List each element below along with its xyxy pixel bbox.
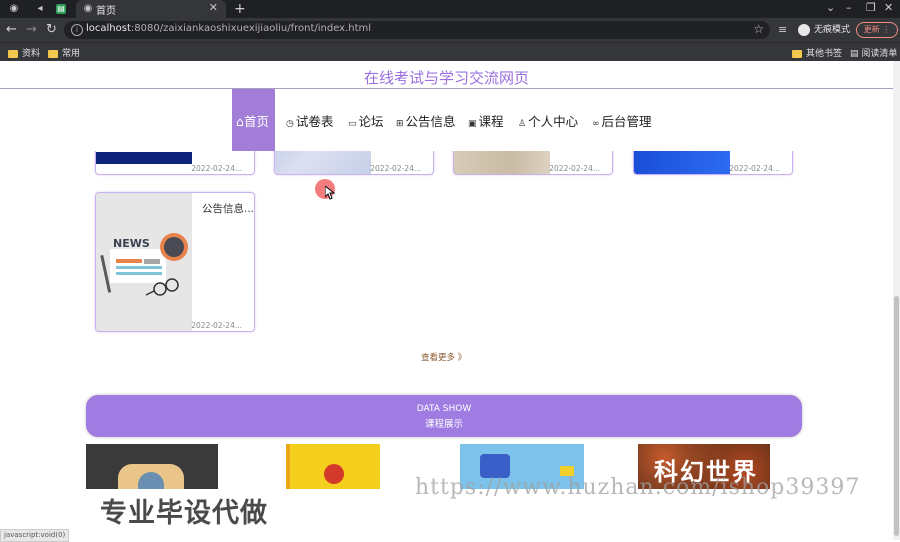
- folder-icon: [48, 49, 58, 58]
- grid-icon: ⊞: [396, 119, 404, 129]
- nav-item-label: 论坛: [358, 114, 384, 129]
- site-info-icon[interactable]: i: [71, 24, 83, 36]
- incognito-icon: [798, 23, 810, 36]
- nav-item-label: 后台管理: [601, 114, 652, 129]
- reading-list-icon[interactable]: ≡: [778, 22, 787, 38]
- speaker-icon[interactable]: ◂: [34, 3, 46, 15]
- emblem-shape: [324, 464, 344, 484]
- site-title: 在线考试与学习交流网页: [363, 69, 529, 87]
- news-card-date: 2022-02-24...: [191, 164, 242, 173]
- minimize-icon[interactable]: –: [846, 1, 852, 14]
- forum-icon: ▭: [348, 119, 357, 129]
- watermark-text: 专业毕设代做: [100, 498, 268, 529]
- forward-icon[interactable]: →: [26, 22, 37, 38]
- user-icon: ♙: [518, 119, 527, 129]
- url-text[interactable]: localhost:8080/zaixiankaoshixuexijiaoliu…: [86, 23, 371, 34]
- news-card-date: 2022-02-24...: [370, 164, 421, 173]
- close-window-icon[interactable]: ✕: [884, 1, 893, 14]
- nav-item-forum[interactable]: ▭ 论坛: [348, 111, 384, 130]
- link-icon: ∞: [592, 119, 600, 129]
- address-toolbar: ← → ↻ i localhost:8080/zaixiankaoshixuex…: [0, 18, 900, 42]
- news-card-date: 2022-02-24...: [729, 164, 780, 173]
- news-card-image: [96, 193, 192, 331]
- nav-item-exam-papers[interactable]: ◷ 试卷表: [286, 111, 333, 130]
- close-tab-icon[interactable]: ✕: [209, 1, 218, 14]
- bookmarks-bar: 资料 常用 其他书签 ▤ 阅读清单: [0, 42, 900, 61]
- page-scrollbar[interactable]: [893, 61, 900, 540]
- nav-item-admin[interactable]: ∞ 后台管理: [592, 111, 652, 130]
- watermark-url: https://www.huzhan.com/ishop39397: [415, 475, 861, 500]
- bookmark-folder-other[interactable]: 其他书签: [792, 46, 842, 59]
- back-icon[interactable]: ←: [6, 22, 17, 38]
- banner-title-en: DATA SHOW: [416, 404, 472, 414]
- nav-item-label: 课程: [478, 114, 504, 129]
- browser-tab-bar: ◉ ◂ ▤ ◉ 首页 ✕ + ⌄ – ❐ ✕: [0, 0, 900, 18]
- nav-item-label: 试卷表: [295, 114, 334, 129]
- mouse-cursor-icon: [325, 186, 335, 200]
- news-card-title: 公告信息...: [202, 203, 255, 215]
- nav-item-personal-center[interactable]: ♙ 个人中心: [518, 111, 578, 130]
- new-tab-icon[interactable]: +: [234, 0, 246, 18]
- app-tab-icon[interactable]: ▤: [56, 4, 66, 14]
- scrollbar-thumb[interactable]: [894, 296, 899, 536]
- bookmark-star-icon[interactable]: ☆: [753, 22, 764, 36]
- status-bar-url: javascript:void(0): [0, 529, 70, 542]
- update-button[interactable]: 更新 ⋮: [856, 22, 898, 38]
- book-spine: [286, 444, 290, 489]
- restore-icon[interactable]: ❐: [866, 1, 876, 14]
- nav-item-label: 首页: [243, 114, 269, 129]
- home-icon: ⌂: [236, 114, 244, 129]
- course-image[interactable]: [86, 444, 218, 489]
- address-bar[interactable]: i localhost:8080/zaixiankaoshixuexijiaol…: [64, 21, 770, 39]
- browser-tab-active[interactable]: ◉ 首页 ✕: [76, 0, 226, 18]
- folder-icon: [792, 49, 802, 58]
- view-more-link[interactable]: 查看更多 》: [421, 351, 466, 363]
- incognito-indicator[interactable]: 无痕模式: [798, 22, 850, 36]
- reload-icon[interactable]: ↻: [46, 22, 57, 38]
- clock-icon: ◷: [286, 119, 294, 129]
- folder-icon: [8, 49, 18, 58]
- nav-item-label: 个人中心: [528, 114, 579, 129]
- globe-icon[interactable]: ◉: [8, 3, 20, 15]
- book-icon: ▣: [468, 119, 477, 129]
- nav-item-courses[interactable]: ▣ 课程: [468, 111, 504, 130]
- globe-icon: ◉: [83, 3, 93, 14]
- tab-search-icon[interactable]: ⌄: [826, 1, 835, 14]
- banner-title-zh: 课程展示: [424, 419, 463, 430]
- reading-list-button[interactable]: ▤ 阅读清单: [850, 46, 897, 59]
- tab-title: 首页: [96, 6, 116, 17]
- page-viewport: 在线考试与学习交流网页 2022-02-24... 2022-02-24... …: [0, 61, 893, 540]
- nav-item-label: 公告信息: [405, 114, 456, 129]
- reading-list-icon: ▤: [850, 49, 862, 59]
- bookmark-folder-ziliao[interactable]: 资料: [8, 46, 40, 59]
- course-image[interactable]: [286, 444, 380, 489]
- data-show-banner: DATA SHOW 课程展示: [86, 395, 802, 437]
- bookmark-folder-changyong[interactable]: 常用: [48, 46, 80, 59]
- nav-item-home[interactable]: ⌂首页: [232, 89, 275, 151]
- news-card-image: [96, 152, 192, 164]
- news-card-date: 2022-02-24...: [191, 321, 242, 330]
- news-card[interactable]: NEWS 公告信息... 2022-02-24...: [95, 192, 255, 332]
- nav-item-announcements[interactable]: ⊞ 公告信息: [396, 111, 456, 130]
- news-image-text: NEWS: [113, 237, 150, 250]
- news-card-date: 2022-02-24...: [549, 164, 600, 173]
